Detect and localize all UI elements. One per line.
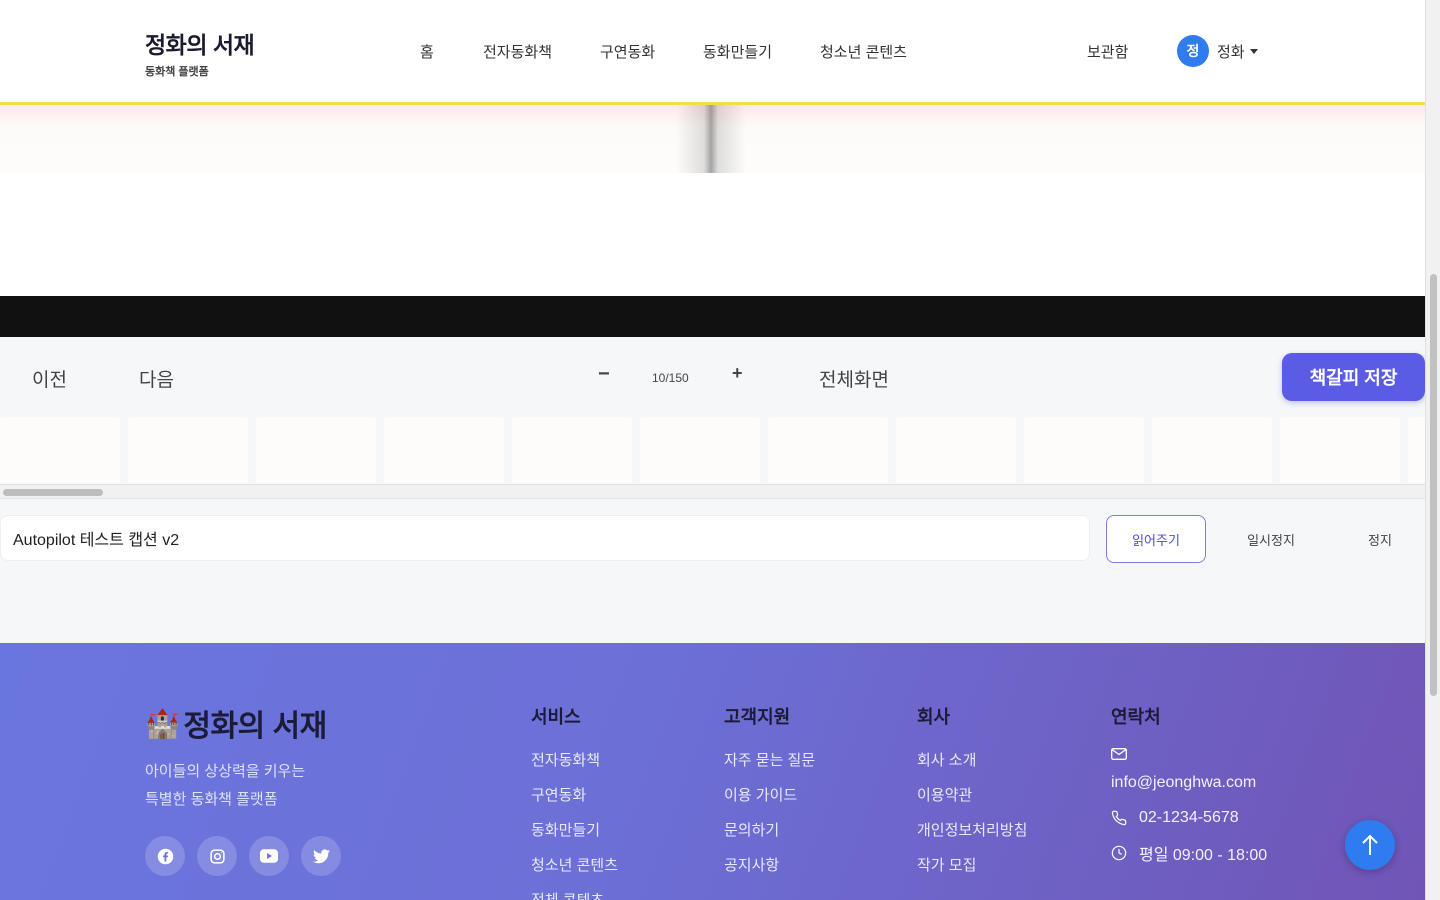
footer-col-company: 회사 회사 소개 이용약관 개인정보처리방침 작가 모집 <box>917 703 1027 889</box>
footer-logo[interactable]: 🏰 정화의 서재 <box>145 701 327 745</box>
footer-col-contact: 연락처 info@jeonghwa.com 02-1234-5678 평일 09… <box>1111 703 1301 870</box>
footer-tagline: 아이들의 상상력을 키우는 특별한 동화책 플랫폼 <box>145 758 365 814</box>
twitter-icon[interactable] <box>301 836 341 876</box>
caret-down-icon[interactable] <box>1249 48 1258 54</box>
castle-icon: 🏰 <box>145 707 180 739</box>
page-thumbnail[interactable] <box>0 417 120 483</box>
stop-button[interactable]: 정지 <box>1350 515 1410 563</box>
page-thumbnail[interactable] <box>1152 417 1272 483</box>
contact-email[interactable]: info@jeonghwa.com <box>1111 765 1301 800</box>
book-page-area <box>0 105 1425 173</box>
page-thumbnail[interactable] <box>1408 417 1425 483</box>
page-thumbnail[interactable] <box>1024 417 1144 483</box>
footer-link[interactable]: 자주 묻는 질문 <box>724 749 815 784</box>
page-thumbnail[interactable] <box>128 417 248 483</box>
site-header: 정화의 서재 동화책 플랫폼 홈 전자동화책 구연동화 동화만들기 청소년 콘텐… <box>0 0 1425 105</box>
youtube-icon[interactable] <box>249 836 289 876</box>
fullscreen-button[interactable]: 전체화면 <box>819 365 889 392</box>
footer-col-service: 서비스 전자동화책 구연동화 동화만들기 청소년 콘텐츠 전체 콘텐츠 <box>531 703 618 900</box>
footer-col-title: 서비스 <box>531 707 581 727</box>
footer-link[interactable]: 작가 모집 <box>917 854 1027 889</box>
footer-link[interactable]: 동화만들기 <box>531 819 618 854</box>
site-footer: 🏰 정화의 서재 아이들의 상상력을 키우는 특별한 동화책 플랫폼 서비스 전… <box>0 643 1425 900</box>
envelope-icon <box>1111 747 1301 765</box>
brand[interactable]: 정화의 서재 동화책 플랫폼 <box>145 26 255 79</box>
nav-library[interactable]: 보관함 <box>1087 41 1128 62</box>
instagram-icon[interactable] <box>197 836 237 876</box>
user-name[interactable]: 정화 <box>1217 41 1245 62</box>
nav-create-story[interactable]: 동화만들기 <box>703 41 772 62</box>
contact-phone[interactable]: 02-1234-5678 <box>1139 809 1239 827</box>
prev-button[interactable]: 이전 <box>32 365 67 392</box>
nav-home[interactable]: 홈 <box>420 41 434 62</box>
page-scrollbar-thumb[interactable] <box>1430 274 1437 696</box>
page-thumbnail[interactable] <box>256 417 376 483</box>
read-aloud-button[interactable]: 읽어주기 <box>1106 515 1206 563</box>
footer-link[interactable]: 이용 가이드 <box>724 784 815 819</box>
footer-link[interactable]: 청소년 콘텐츠 <box>531 854 618 889</box>
thumbnail-scrollbar-thumb[interactable] <box>3 489 103 496</box>
page-scrollbar[interactable] <box>1425 0 1440 900</box>
footer-col-title: 연락처 <box>1111 707 1161 727</box>
facebook-icon[interactable] <box>145 836 185 876</box>
caption-text: Autopilot 테스트 캡션 v2 <box>0 515 1090 561</box>
clock-icon <box>1111 845 1127 861</box>
page-thumbnail[interactable] <box>768 417 888 483</box>
zoom-in-button[interactable]: + <box>732 363 743 384</box>
page-indicator: 10/150 <box>652 371 689 385</box>
page-thumbnail[interactable] <box>512 417 632 483</box>
footer-link[interactable]: 개인정보처리방침 <box>917 819 1027 854</box>
footer-col-support: 고객지원 자주 묻는 질문 이용 가이드 문의하기 공지사항 <box>724 703 815 889</box>
next-button[interactable]: 다음 <box>139 365 174 392</box>
viewer-bar <box>0 296 1425 337</box>
brand-title[interactable]: 정화의 서재 <box>145 26 255 60</box>
nav-youth-content[interactable]: 청소년 콘텐츠 <box>820 41 907 62</box>
footer-link[interactable]: 회사 소개 <box>917 749 1027 784</box>
contact-hours-row: 평일 09:00 - 18:00 <box>1111 835 1301 870</box>
caption-text-value: Autopilot 테스트 캡션 v2 <box>13 532 180 549</box>
viewer-controls: 이전 다음 − 10/150 + 전체화면 책갈피 저장 <box>0 337 1425 417</box>
nav-ebooks[interactable]: 전자동화책 <box>483 41 552 62</box>
page-thumbnail[interactable] <box>640 417 760 483</box>
avatar[interactable]: 정 <box>1177 35 1209 67</box>
phone-icon <box>1111 810 1127 826</box>
brand-subtitle: 동화책 플랫폼 <box>145 66 209 78</box>
footer-link[interactable]: 공지사항 <box>724 854 815 889</box>
book-spine <box>676 105 746 173</box>
page-thumbnail[interactable] <box>896 417 1016 483</box>
footer-link[interactable]: 이용약관 <box>917 784 1027 819</box>
thumbnail-scrollbar[interactable] <box>0 484 1425 498</box>
zoom-out-button[interactable]: − <box>598 363 610 386</box>
footer-col-title: 회사 <box>917 707 951 727</box>
footer-logo-text: 정화의 서재 <box>183 710 327 743</box>
footer-col-title: 고객지원 <box>724 707 791 727</box>
save-bookmark-button[interactable]: 책갈피 저장 <box>1282 353 1425 401</box>
caption-section: Autopilot 테스트 캡션 v2 읽어주기 일시정지 정지 <box>0 499 1425 643</box>
tagline-line: 아이들의 상상력을 키우는 <box>145 763 306 780</box>
back-to-top-button[interactable] <box>1345 820 1395 870</box>
contact-hours: 평일 09:00 - 18:00 <box>1139 846 1268 864</box>
page-thumbnail[interactable] <box>1280 417 1400 483</box>
tagline-line: 특별한 동화책 플랫폼 <box>145 791 278 808</box>
pause-button[interactable]: 일시정지 <box>1230 515 1312 563</box>
arrow-up-icon <box>1362 834 1378 855</box>
footer-link[interactable]: 전체 콘텐츠 <box>531 889 618 900</box>
footer-link[interactable]: 구연동화 <box>531 784 618 819</box>
nav-storytelling[interactable]: 구연동화 <box>600 41 655 62</box>
page-thumbnail[interactable] <box>384 417 504 483</box>
footer-link[interactable]: 문의하기 <box>724 819 815 854</box>
footer-link[interactable]: 전자동화책 <box>531 749 618 784</box>
user-menu[interactable]: 정 정화 <box>1177 35 1258 67</box>
contact-phone-row: 02-1234-5678 <box>1111 800 1301 835</box>
